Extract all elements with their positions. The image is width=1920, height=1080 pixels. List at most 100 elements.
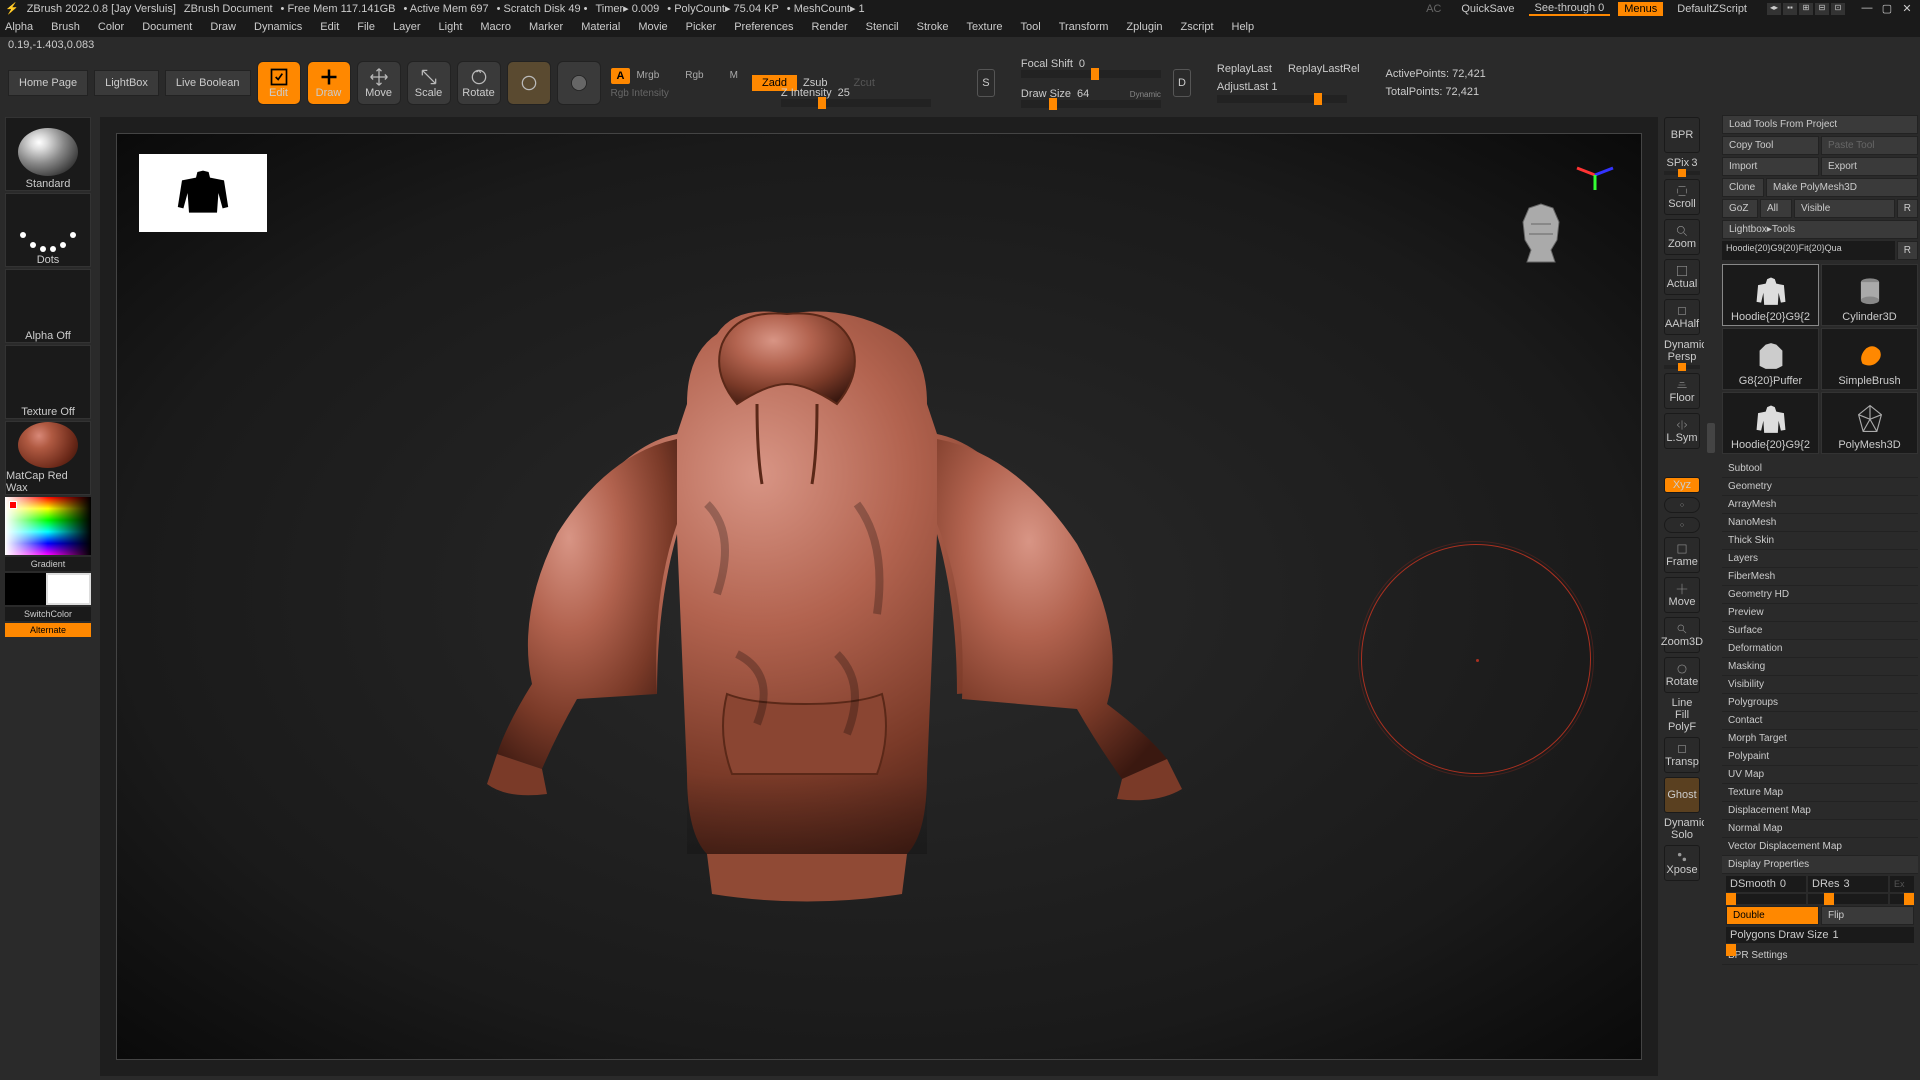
paste-tool-button[interactable]: Paste Tool <box>1821 136 1918 155</box>
menu-help[interactable]: Help <box>1232 21 1255 33</box>
replay-last-rel-button[interactable]: ReplayLastRel <box>1288 63 1360 75</box>
menu-movie[interactable]: Movie <box>638 21 667 33</box>
menu-macro[interactable]: Macro <box>480 21 511 33</box>
actual-button[interactable]: Actual <box>1664 259 1700 295</box>
menu-alpha[interactable]: Alpha <box>5 21 33 33</box>
dynamesh-button[interactable] <box>557 61 601 105</box>
floor-button[interactable]: Floor <box>1664 373 1700 409</box>
menu-stroke[interactable]: Stroke <box>917 21 949 33</box>
brush-slot[interactable]: Standard <box>5 117 91 191</box>
panel-layers[interactable]: Layers <box>1722 550 1918 568</box>
xpose-button[interactable]: Xpose <box>1664 845 1700 881</box>
dynamic-persp[interactable]: DynamicPersp <box>1664 339 1700 369</box>
lightbox-button[interactable]: LightBox <box>94 70 159 96</box>
material-slot[interactable]: MatCap Red Wax <box>5 421 91 495</box>
z-axis-button[interactable]: ○ <box>1664 517 1700 533</box>
spix-slider[interactable]: SPix 3 <box>1664 157 1700 175</box>
goz-all-button[interactable]: All <box>1760 199 1792 218</box>
rotate-mode-button[interactable]: Rotate <box>457 61 501 105</box>
a-toggle[interactable]: A <box>611 68 631 84</box>
menu-render[interactable]: Render <box>812 21 848 33</box>
layout-icon-3[interactable]: ⊞ <box>1799 3 1813 15</box>
tray-divider[interactable] <box>1704 113 1720 1080</box>
live-boolean-button[interactable]: Live Boolean <box>165 70 251 96</box>
move-mode-button[interactable]: Move <box>357 61 401 105</box>
alternate-button[interactable]: Alternate <box>5 623 91 637</box>
panel-geometry[interactable]: Geometry <box>1722 478 1918 496</box>
aahalf-button[interactable]: AAHalf <box>1664 299 1700 335</box>
close-icon[interactable]: ✕ <box>1899 2 1915 15</box>
panel-arraymesh[interactable]: ArrayMesh <box>1722 496 1918 514</box>
tool-cylinder[interactable]: Cylinder3D <box>1821 264 1918 326</box>
panel-nanomesh[interactable]: NanoMesh <box>1722 514 1918 532</box>
menus-button[interactable]: Menus <box>1618 2 1663 16</box>
camera-head-icon[interactable] <box>1501 194 1581 274</box>
texture-slot[interactable]: Texture Off <box>5 345 91 419</box>
menu-picker[interactable]: Picker <box>686 21 717 33</box>
clone-button[interactable]: Clone <box>1722 178 1764 197</box>
draw-mode-button[interactable]: Draw <box>307 61 351 105</box>
seethrough-slider[interactable]: See-through 0 <box>1529 1 1611 16</box>
zoom3d-button[interactable]: Zoom3D <box>1664 617 1700 653</box>
current-tool-name[interactable]: Hoodie{20}G9{20}Fit{20}Qua <box>1722 241 1895 260</box>
panel-texturemap[interactable]: Texture Map <box>1722 784 1918 802</box>
switch-color-button[interactable]: SwitchColor <box>5 607 91 621</box>
minimize-icon[interactable]: — <box>1859 2 1875 15</box>
swatch-pair[interactable] <box>5 573 91 605</box>
menu-texture[interactable]: Texture <box>966 21 1002 33</box>
axis-gizmo[interactable] <box>1575 160 1615 190</box>
focal-shift-slider[interactable] <box>1021 70 1161 78</box>
tool-puffer[interactable]: G8{20}Puffer <box>1722 328 1819 390</box>
tool-hoodie-2[interactable]: Hoodie{20}G9{2 <box>1722 392 1819 454</box>
white-swatch[interactable] <box>46 573 91 605</box>
panel-fibermesh[interactable]: FiberMesh <box>1722 568 1918 586</box>
menu-brush[interactable]: Brush <box>51 21 80 33</box>
copy-tool-button[interactable]: Copy Tool <box>1722 136 1819 155</box>
lsym-button[interactable]: L.Sym <box>1664 413 1700 449</box>
color-picker[interactable] <box>5 497 91 555</box>
move-button[interactable]: Move <box>1664 577 1700 613</box>
load-tools-button[interactable]: Load Tools From Project <box>1722 115 1918 134</box>
layout-icon-5[interactable]: ⊡ <box>1831 3 1845 15</box>
home-page-button[interactable]: Home Page <box>8 70 88 96</box>
tool-polymesh[interactable]: PolyMesh3D <box>1821 392 1918 454</box>
s-dial-icon[interactable]: S <box>977 69 995 97</box>
goz-r-button[interactable]: R <box>1897 199 1918 218</box>
panel-visibility[interactable]: Visibility <box>1722 676 1918 694</box>
tool-r-button[interactable]: R <box>1897 241 1918 260</box>
menu-light[interactable]: Light <box>439 21 463 33</box>
panel-displacement[interactable]: Displacement Map <box>1722 802 1918 820</box>
y-axis-button[interactable]: ○ <box>1664 497 1700 513</box>
menu-stencil[interactable]: Stencil <box>866 21 899 33</box>
import-button[interactable]: Import <box>1722 157 1819 176</box>
layout-icon-2[interactable]: ▪▪ <box>1783 3 1797 15</box>
frame-button[interactable]: Frame <box>1664 537 1700 573</box>
dsmooth-slider[interactable] <box>1726 894 1806 904</box>
default-zscript-button[interactable]: DefaultZScript <box>1671 2 1753 16</box>
layout-icon-4[interactable]: ⊟ <box>1815 3 1829 15</box>
panel-polypaint[interactable]: Polypaint <box>1722 748 1918 766</box>
layout-icon-1[interactable]: ◂▸ <box>1767 3 1781 15</box>
menu-layer[interactable]: Layer <box>393 21 421 33</box>
goz-button[interactable]: GoZ <box>1722 199 1758 218</box>
menu-material[interactable]: Material <box>581 21 620 33</box>
menu-draw[interactable]: Draw <box>210 21 236 33</box>
zintensity-slider[interactable] <box>781 99 931 107</box>
menu-zplugin[interactable]: Zplugin <box>1126 21 1162 33</box>
bpr-button[interactable]: BPR <box>1664 117 1700 153</box>
m-button[interactable]: M <box>730 70 738 81</box>
panel-contact[interactable]: Contact <box>1722 712 1918 730</box>
scale-mode-button[interactable]: Scale <box>407 61 451 105</box>
menu-preferences[interactable]: Preferences <box>734 21 793 33</box>
menu-transform[interactable]: Transform <box>1059 21 1109 33</box>
panel-masking[interactable]: Masking <box>1722 658 1918 676</box>
mask-thumbnail[interactable] <box>139 154 267 232</box>
dynamic-label[interactable]: Dynamic <box>1130 90 1161 99</box>
panel-display-properties[interactable]: Display Properties <box>1722 856 1918 874</box>
menu-document[interactable]: Document <box>142 21 192 33</box>
adjust-last-slider[interactable] <box>1217 95 1347 103</box>
ac-button[interactable]: AC <box>1420 2 1447 16</box>
quicksave-button[interactable]: QuickSave <box>1455 2 1520 16</box>
edit-mode-button[interactable]: Edit <box>257 61 301 105</box>
tool-hoodie[interactable]: Hoodie{20}G9{2 <box>1722 264 1819 326</box>
